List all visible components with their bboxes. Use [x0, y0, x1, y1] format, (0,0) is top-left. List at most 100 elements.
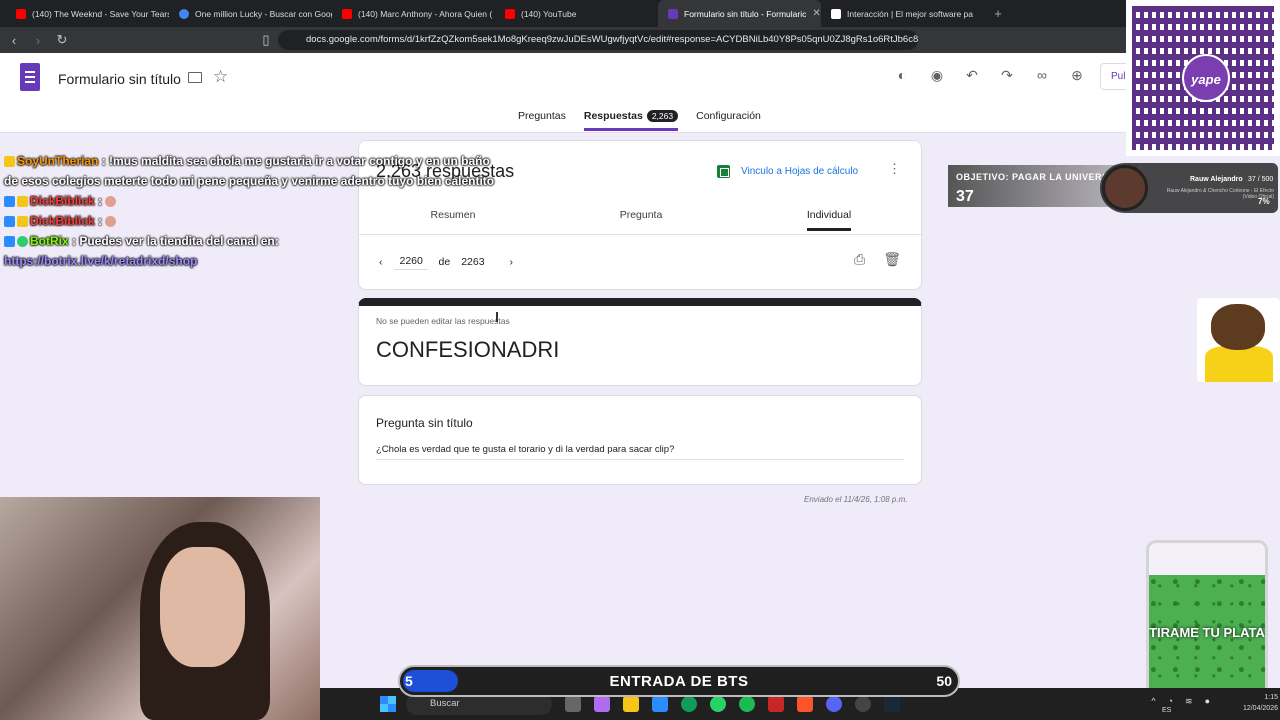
- emote-icon: [105, 196, 117, 208]
- sheets-icon: [717, 165, 730, 178]
- qr-code-icon: yape: [1132, 6, 1274, 150]
- shirt-graphic: [1205, 346, 1273, 382]
- form-header-card: No se pueden editar las respuestas CONFE…: [358, 298, 922, 386]
- responses-count-badge: 2,263: [646, 110, 679, 122]
- no-edit-notice: No se pueden editar las respuestas: [376, 316, 510, 326]
- question-answer: ¿Chola es verdad que te gusta el torario…: [376, 444, 904, 460]
- redo-icon[interactable]: ↷: [998, 67, 1016, 84]
- tab-settings[interactable]: Configuración: [696, 110, 761, 131]
- new-tab-button[interactable]: +: [988, 6, 1008, 21]
- undo-icon[interactable]: ↶: [963, 67, 981, 84]
- more-options-icon[interactable]: ⋮: [888, 161, 901, 177]
- network-icon[interactable]: ◔: [1168, 696, 1173, 707]
- reload-icon[interactable]: ↻: [52, 32, 72, 48]
- badge-icon: [4, 216, 15, 228]
- google-icon: [179, 8, 189, 19]
- stream-chat: SoyUnTherian : !mus maldita sea chola me…: [4, 151, 504, 271]
- edge-icon[interactable]: [681, 696, 697, 712]
- link-icon[interactable]: ∞: [1033, 67, 1051, 84]
- forms-header: Formulario sin título ☆ ◐ ◉ ↶ ↷ ∞ ⊕ Pul …: [0, 53, 1140, 133]
- chevron-up-icon[interactable]: ^: [1151, 696, 1155, 707]
- browser-tab[interactable]: Interacción | El mejor software pa: [821, 0, 984, 27]
- star-icon[interactable]: ☆: [213, 67, 228, 87]
- chat-message: DickBiblick :: [4, 211, 504, 231]
- palette-icon[interactable]: ◐: [893, 67, 911, 84]
- text-cursor: [496, 312, 498, 322]
- chat-message: SoyUnTherian : !mus maldita sea chola me…: [4, 154, 495, 188]
- obs-icon[interactable]: [855, 696, 871, 712]
- bts-progress-bar: 5 ENTRADA DE BTS 50: [398, 665, 960, 697]
- chat-user: DickBiblick: [30, 214, 95, 228]
- spotify-icon[interactable]: [739, 696, 755, 712]
- print-icon[interactable]: ⎙: [854, 251, 865, 268]
- tab-individual[interactable]: Individual: [735, 209, 923, 234]
- youtube-icon: [342, 8, 352, 19]
- youtube-icon: [16, 8, 26, 19]
- bts-label: ENTRADA DE BTS: [609, 673, 749, 690]
- tab-questions[interactable]: Preguntas: [518, 110, 566, 131]
- discord-icon[interactable]: [826, 696, 842, 712]
- chat-message: BotRix : Puedes ver la tiendita del cana…: [4, 231, 504, 251]
- explorer-icon[interactable]: [623, 696, 639, 712]
- now-playing-widget: Rauw Alejandro 37 / 500 Rauw Alejandro &…: [1100, 163, 1278, 213]
- store-icon[interactable]: [652, 696, 668, 712]
- webcam-face: [160, 547, 245, 667]
- next-response-icon[interactable]: ›: [510, 256, 514, 268]
- form-title[interactable]: Formulario sin título: [58, 71, 181, 87]
- dog-head: [1211, 304, 1265, 350]
- browser-tab[interactable]: (140) The Weeknd - Save Your Tears: [6, 0, 169, 27]
- browser-tab[interactable]: (140) Marc Anthony - Ahora Quien (: [332, 0, 495, 27]
- browser-tab[interactable]: (140) YouTube: [495, 0, 658, 27]
- app-icon[interactable]: [768, 696, 784, 712]
- back-icon[interactable]: ‹: [4, 33, 24, 48]
- delete-icon[interactable]: 🗑: [883, 251, 901, 268]
- mic-icon[interactable]: ●: [1205, 696, 1210, 707]
- app-icon: [831, 8, 841, 19]
- steam-icon[interactable]: [884, 696, 900, 712]
- windows-start-icon[interactable]: [380, 696, 396, 712]
- song-progress: 37 / 500: [1248, 176, 1274, 183]
- chat-user: SoyUnTherian: [17, 154, 99, 168]
- badge-icon: [4, 156, 15, 168]
- donation-qr: yape: [1126, 0, 1280, 156]
- bts-total: 50: [936, 673, 952, 689]
- emote-icon: [105, 216, 117, 228]
- response-actions: ⎙ 🗑: [854, 251, 901, 268]
- youtube-icon: [505, 8, 515, 19]
- browser-tab[interactable]: One million Lucky - Buscar con Goog: [169, 0, 332, 27]
- sheets-link[interactable]: Vinculo a Hojas de cálculo: [717, 165, 858, 178]
- chat-message: DickBiblick :: [4, 191, 504, 211]
- dog-sticker: [1197, 298, 1280, 382]
- forms-icon: [668, 8, 678, 19]
- taskbar-clock[interactable]: 1:15 12/04/2026: [1243, 692, 1278, 714]
- goal-count: 37: [956, 188, 974, 205]
- close-icon[interactable]: ✕: [812, 8, 820, 19]
- whatsapp-icon[interactable]: [710, 696, 726, 712]
- badge-icon: [4, 196, 15, 208]
- add-collaborator-icon[interactable]: ⊕: [1068, 67, 1086, 84]
- bookmark-icon[interactable]: ▯: [256, 32, 276, 48]
- taskview-icon[interactable]: [565, 696, 581, 712]
- copilot-icon[interactable]: [594, 696, 610, 712]
- badge-icon: [17, 216, 28, 228]
- chat-user: BotRix: [30, 234, 69, 248]
- check-icon: [17, 236, 28, 248]
- artist-name: Rauw Alejandro: [1190, 176, 1243, 183]
- tab-question[interactable]: Pregunta: [547, 209, 735, 234]
- folder-icon[interactable]: [188, 72, 202, 83]
- language-indicator[interactable]: ES: [1162, 707, 1171, 714]
- brave-icon[interactable]: [797, 696, 813, 712]
- badge-icon: [17, 196, 28, 208]
- tab-responses[interactable]: Respuestas 2,263: [583, 110, 679, 131]
- money-jar: TIRAME TU PLATA: [1146, 540, 1268, 710]
- album-art-icon: [1102, 165, 1148, 211]
- url-field[interactable]: docs.google.com/forms/d/1krfZzQZkom5sek1…: [278, 30, 918, 50]
- forward-icon[interactable]: ›: [28, 33, 48, 48]
- chat-user: DickBiblick: [30, 194, 95, 208]
- clock-date: 12/04/2026: [1242, 705, 1278, 712]
- jar-label: TIRAME TU PLATA: [1149, 625, 1265, 640]
- browser-tab-active[interactable]: Formulario sin título - Formularic ✕: [658, 0, 821, 27]
- preview-icon[interactable]: ◉: [928, 67, 946, 84]
- wifi-icon[interactable]: ≋: [1185, 696, 1193, 707]
- address-bar: ‹ › ↻ ▯ docs.google.com/forms/d/1krfZzQZ…: [0, 27, 1280, 53]
